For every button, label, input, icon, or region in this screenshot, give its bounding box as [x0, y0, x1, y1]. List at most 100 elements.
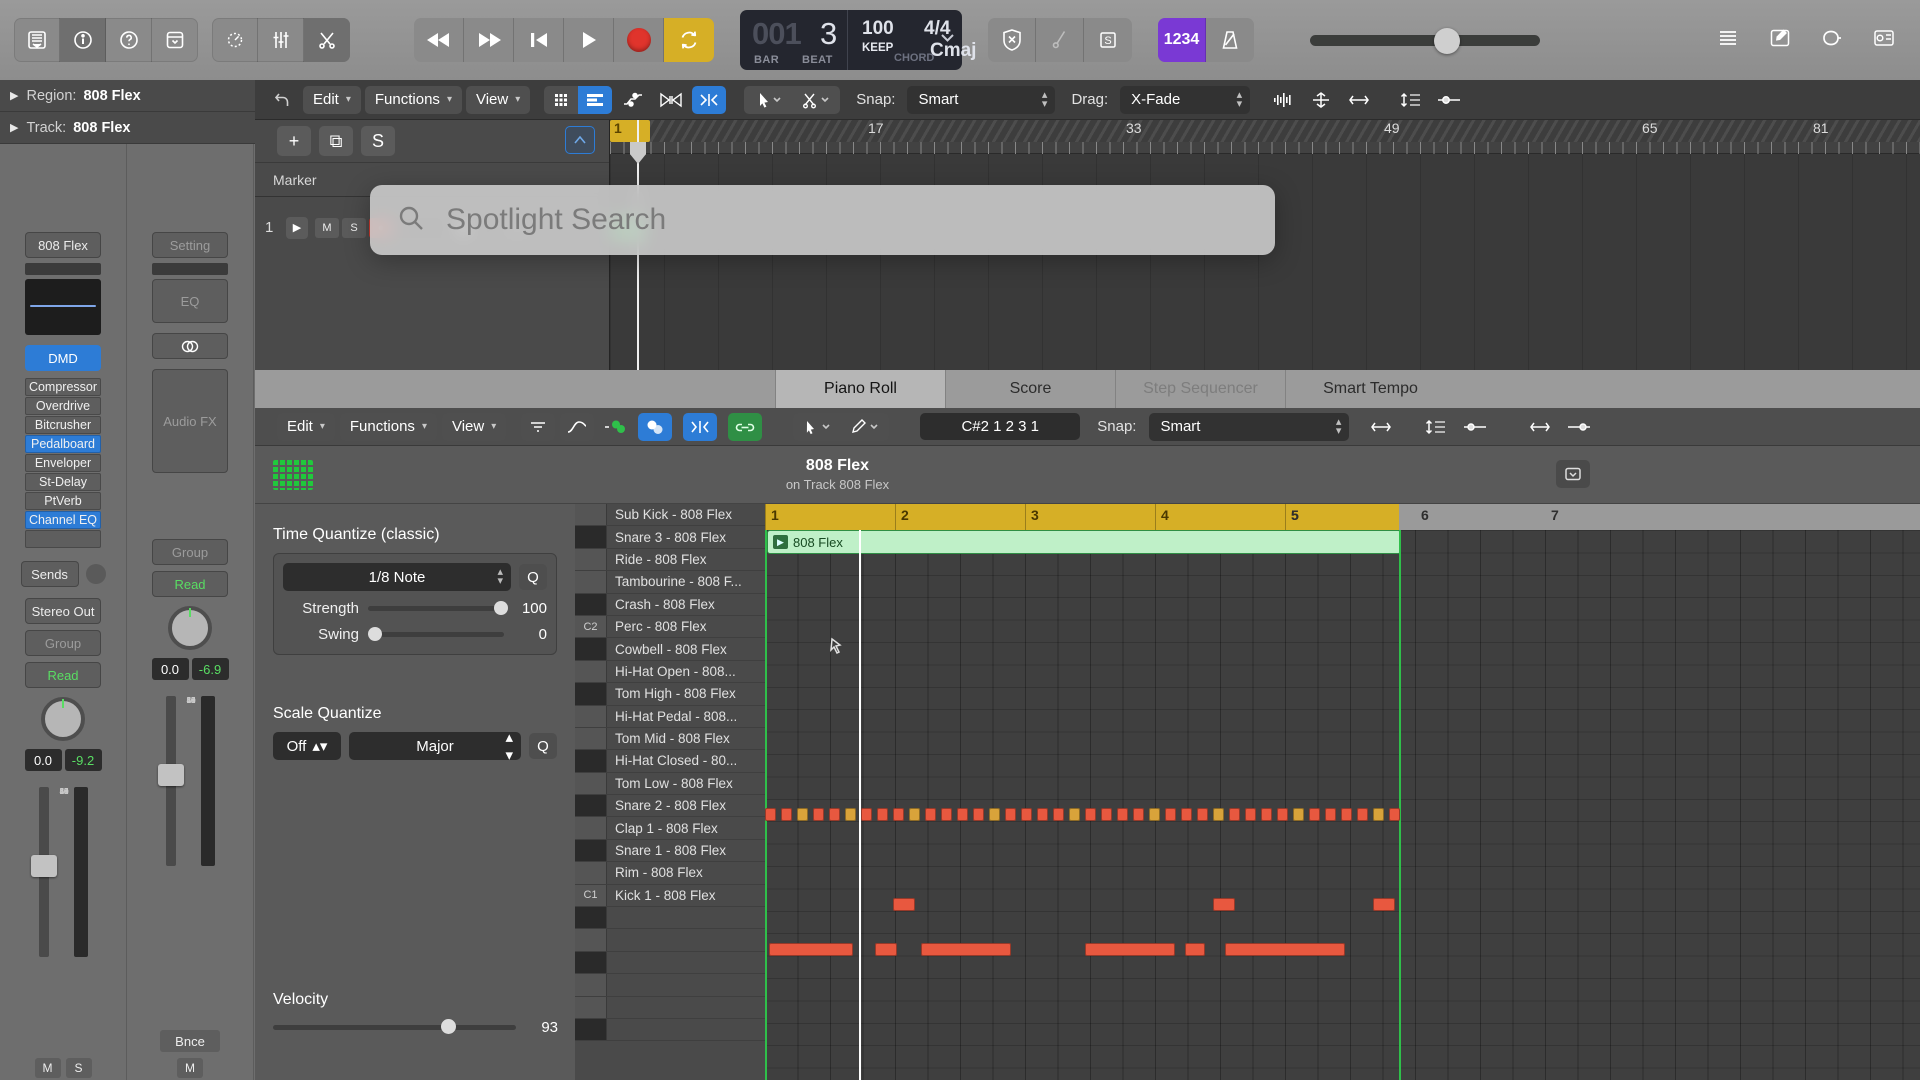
- note-list-row[interactable]: [575, 974, 765, 997]
- piano-key[interactable]: [575, 727, 607, 750]
- piano-roll-note[interactable]: [1165, 808, 1176, 822]
- piano-roll-note[interactable]: [797, 808, 808, 822]
- piano-roll-note[interactable]: [829, 808, 840, 822]
- note-list-row[interactable]: Tambourine - 808 F...: [575, 571, 765, 594]
- piano-roll-note[interactable]: [1309, 808, 1320, 822]
- channel-setting-bar[interactable]: [25, 263, 101, 275]
- piano-key[interactable]: C1: [575, 884, 607, 907]
- tab-score[interactable]: Score: [945, 370, 1115, 408]
- low-latency-icon[interactable]: [988, 18, 1036, 62]
- tab-piano-roll[interactable]: Piano Roll: [775, 370, 945, 408]
- note-list-row[interactable]: Snare 3 - 808 Flex: [575, 526, 765, 549]
- swing-value[interactable]: 0: [513, 626, 547, 643]
- note-list-row[interactable]: [575, 907, 765, 930]
- note-list-row[interactable]: C2 Perc - 808 Flex: [575, 615, 765, 639]
- piano-roll-ruler[interactable]: 1234567567: [765, 504, 1920, 530]
- time-quantize-q-button[interactable]: Q: [519, 564, 547, 590]
- lcd-position[interactable]: 001 3 BAR BEAT: [740, 10, 848, 70]
- piano-roll-note[interactable]: [1277, 808, 1288, 822]
- horizontal-zoom-icon[interactable]: [1342, 86, 1376, 114]
- zoom-slider-horizontal-icon[interactable]: [1562, 413, 1596, 441]
- piano-roll-note[interactable]: [813, 808, 824, 822]
- piano-key[interactable]: [575, 750, 607, 772]
- sends-button[interactable]: Sends: [20, 561, 79, 587]
- horizontal-zoom-icon[interactable]: [1364, 413, 1398, 441]
- piano-roll-note[interactable]: [781, 808, 792, 822]
- piano-key[interactable]: [575, 974, 607, 996]
- fx-slot[interactable]: Pedalboard: [25, 435, 101, 453]
- piano-roll-note[interactable]: [861, 808, 872, 822]
- piano-roll-note[interactable]: [1261, 808, 1272, 822]
- piano-roll-note[interactable]: [769, 942, 853, 956]
- piano-roll-note[interactable]: [1293, 808, 1304, 822]
- swing-slider[interactable]: [368, 627, 504, 641]
- loop-browser-icon[interactable]: [1808, 16, 1856, 60]
- colorize-icon[interactable]: [638, 412, 673, 441]
- piano-key[interactable]: [575, 504, 607, 526]
- rewind-icon[interactable]: [414, 18, 464, 62]
- piano-roll-note[interactable]: [893, 898, 915, 911]
- region-automation-button[interactable]: [1556, 460, 1590, 488]
- note-list-row[interactable]: [575, 996, 765, 1019]
- piano-roll-note[interactable]: [1085, 808, 1096, 822]
- smart-controls-icon[interactable]: [212, 18, 258, 62]
- piano-roll-note[interactable]: [1185, 942, 1205, 956]
- piano-roll-note[interactable]: [1197, 808, 1208, 822]
- track-mute-button[interactable]: M: [315, 217, 339, 238]
- zoom-slider-vertical-icon[interactable]: [1458, 413, 1492, 441]
- tuner-icon[interactable]: [1036, 18, 1084, 62]
- drag-popup[interactable]: X-Fade ▴ ▾: [1120, 85, 1251, 114]
- region-inspector-header[interactable]: ▶ Region: 808 Flex: [0, 80, 255, 112]
- pr-menu-functions[interactable]: Functions ▾: [339, 412, 437, 441]
- piano-roll-note[interactable]: [1133, 808, 1144, 822]
- piano-roll-note[interactable]: [1037, 808, 1048, 822]
- duplicate-track-button[interactable]: ⧉: [319, 126, 353, 156]
- note-list-row[interactable]: [575, 929, 765, 952]
- horizontal-zoom-icon-2[interactable]: [1523, 413, 1557, 441]
- piano-roll-note[interactable]: [1069, 808, 1080, 822]
- piano-roll-grid[interactable]: 1234567567 ▶ 808 Flex: [765, 504, 1920, 1080]
- note-list-row[interactable]: C1 Kick 1 - 808 Flex: [575, 884, 765, 908]
- piano-key[interactable]: [575, 548, 607, 571]
- note-list-row[interactable]: Tom High - 808 Flex: [575, 683, 765, 706]
- fx-slot[interactable]: Bitcrusher: [25, 416, 101, 434]
- scale-root-popup[interactable]: Off ▴▾: [273, 732, 341, 760]
- piano-roll-playhead[interactable]: [859, 530, 861, 1080]
- pencil-tool-icon[interactable]: [841, 413, 889, 441]
- instrument-slot[interactable]: DMD: [25, 345, 101, 371]
- piano-roll-note[interactable]: [1117, 808, 1128, 822]
- piano-roll-note[interactable]: [1101, 808, 1112, 822]
- piano-roll-note[interactable]: [925, 808, 936, 822]
- master-volume-slider[interactable]: [1310, 27, 1540, 54]
- list-view-icon[interactable]: [578, 85, 613, 114]
- piano-roll-note[interactable]: [1005, 808, 1016, 822]
- piano-key[interactable]: [575, 929, 607, 951]
- piano-key[interactable]: [575, 638, 607, 660]
- arrange-menu-edit[interactable]: Edit ▾: [303, 85, 361, 114]
- piano-roll-note[interactable]: [909, 808, 920, 822]
- track-height-icon[interactable]: [1394, 86, 1428, 114]
- strength-slider[interactable]: [368, 601, 509, 615]
- send-knob[interactable]: [85, 564, 106, 584]
- time-quantize-value[interactable]: 1/8 Note ▴ ▾: [283, 563, 511, 591]
- help-icon[interactable]: [106, 18, 152, 62]
- piano-key[interactable]: [575, 660, 607, 683]
- tab-step-sequencer[interactable]: Step Sequencer: [1115, 370, 1285, 408]
- track-height-icon[interactable]: [1419, 413, 1453, 441]
- solo-all-button[interactable]: S: [361, 126, 395, 156]
- scissors-tool-icon[interactable]: [792, 86, 840, 114]
- mute-button[interactable]: M: [177, 1058, 203, 1078]
- cycle-range[interactable]: 1: [610, 120, 650, 142]
- scale-type-popup[interactable]: Major ▴ ▾: [349, 729, 521, 764]
- piano-roll-note[interactable]: [1373, 808, 1384, 822]
- piano-roll-note[interactable]: [1225, 942, 1345, 956]
- mixer-icon[interactable]: [258, 18, 304, 62]
- piano-roll-note[interactable]: [941, 808, 952, 822]
- group-button[interactable]: Group: [152, 539, 228, 565]
- count-in-icon[interactable]: 1234: [1158, 18, 1206, 62]
- piano-roll-note[interactable]: [893, 808, 904, 822]
- piano-key[interactable]: [575, 526, 607, 548]
- scale-quantize-q-button[interactable]: Q: [529, 733, 557, 759]
- lcd-tempo-signature[interactable]: 100 KEEP 4/4 CHORD Cmaj: [848, 10, 976, 70]
- piano-roll-note[interactable]: [1149, 808, 1160, 822]
